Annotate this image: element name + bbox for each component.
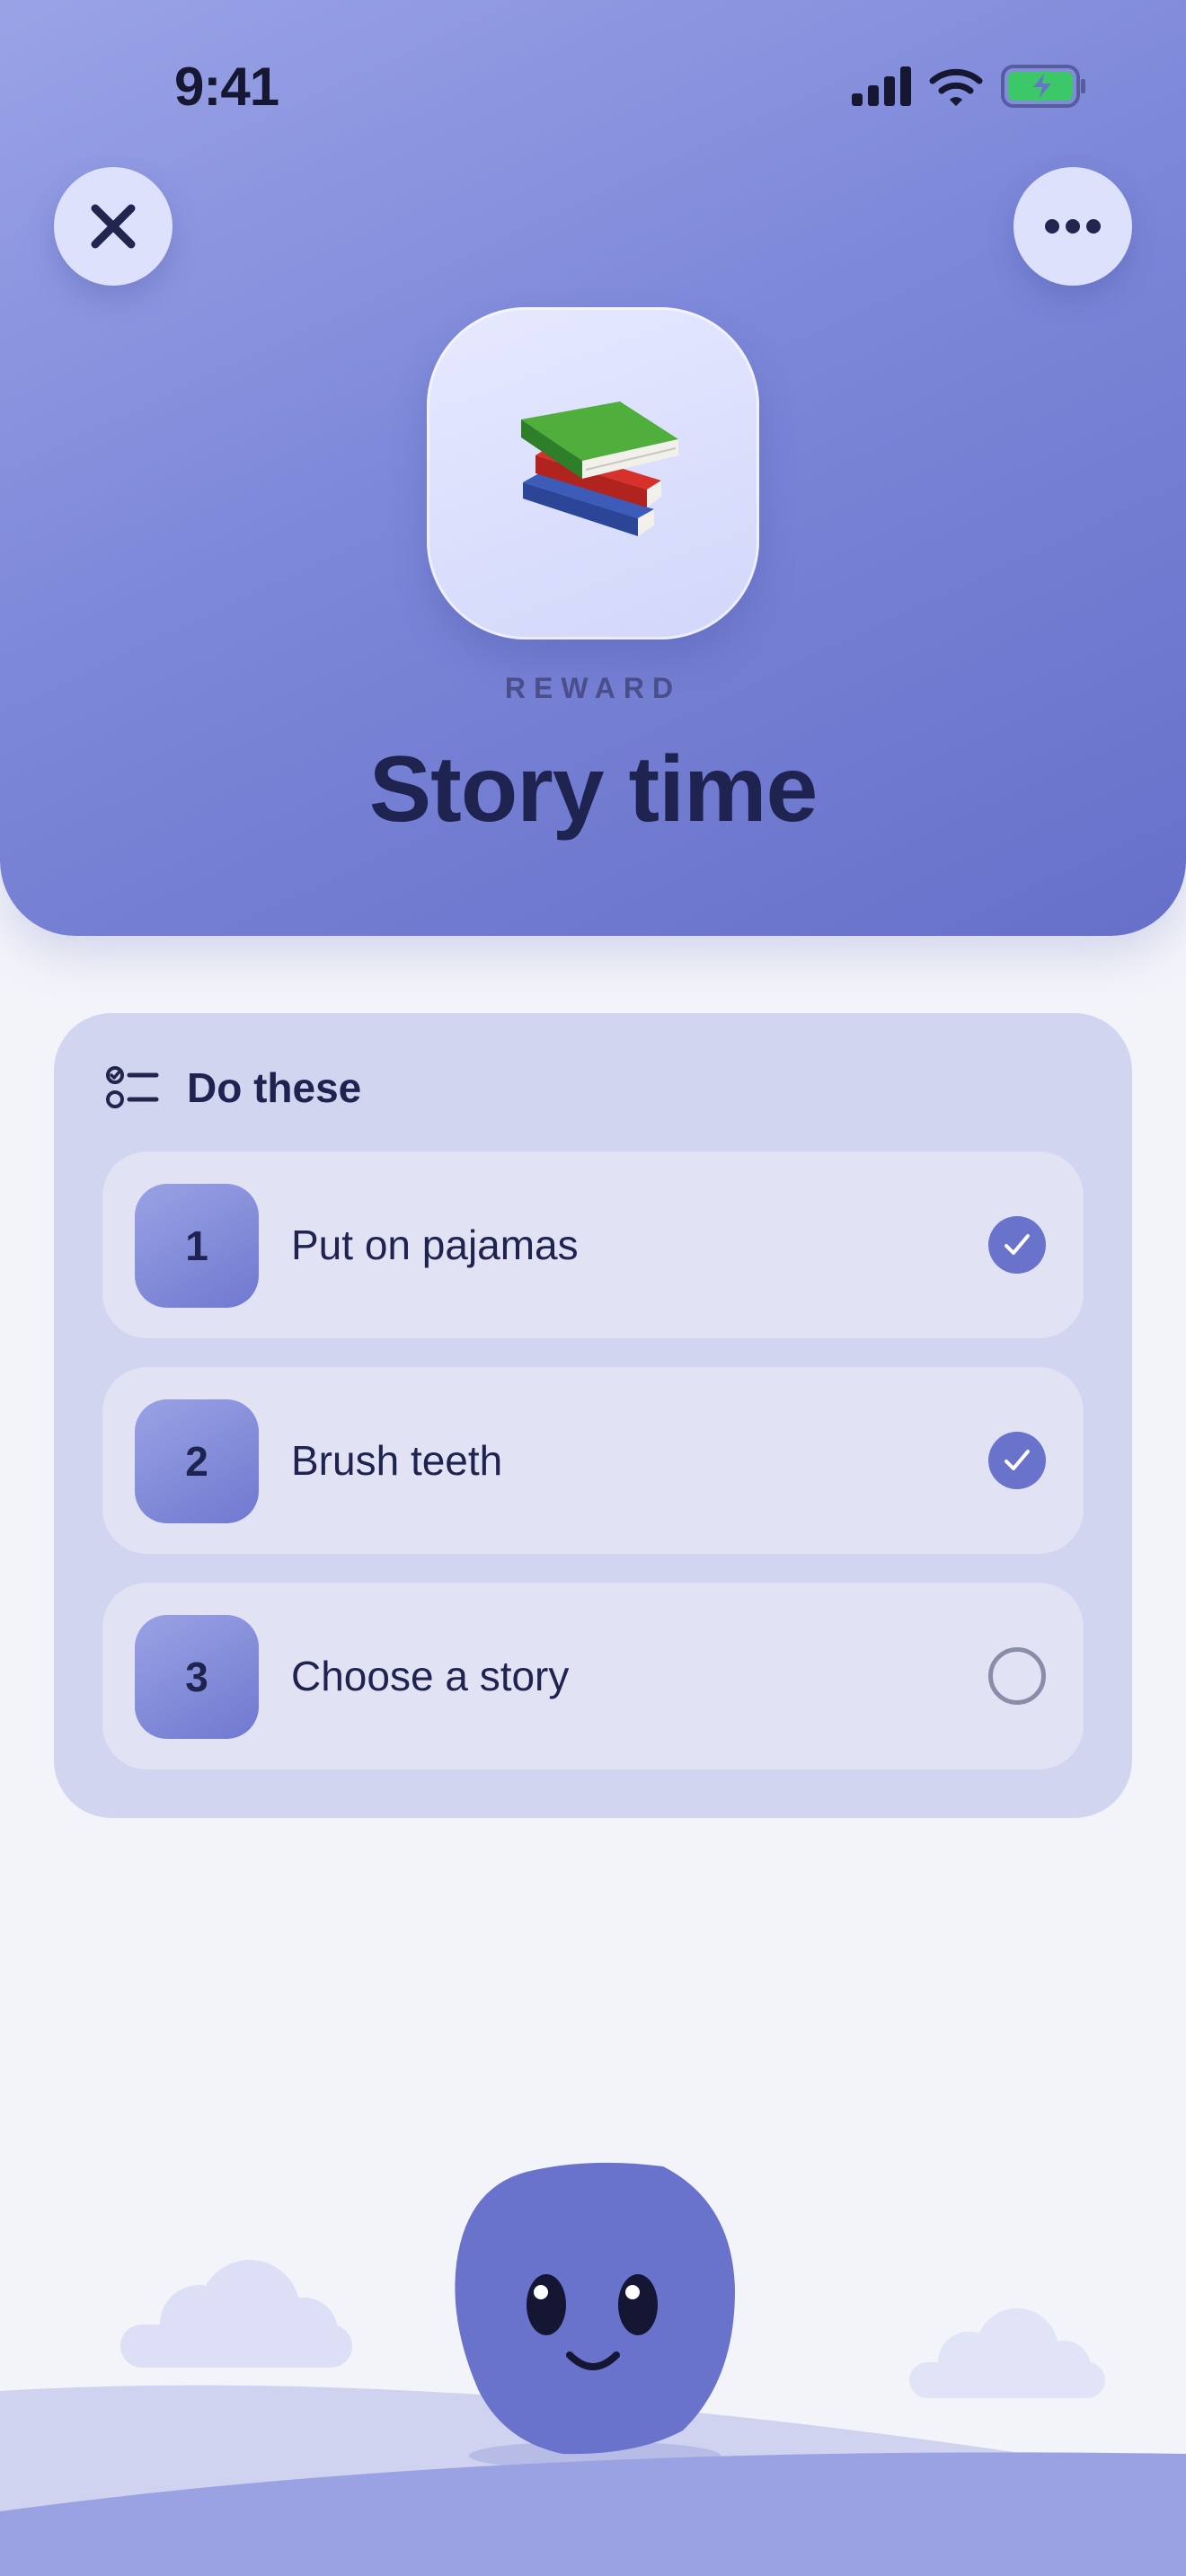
more-options-button[interactable] (1013, 167, 1132, 286)
task-label: Choose a story (291, 1653, 570, 1699)
reward-eyebrow: REWARD (504, 672, 682, 704)
reward-icon-tile (427, 307, 759, 640)
wifi-icon (929, 68, 983, 106)
checklist-heading-label: Do these (187, 1064, 362, 1111)
battery-charging-icon (1001, 65, 1085, 108)
page-title: Story time (368, 737, 819, 842)
close-button[interactable] (54, 167, 173, 286)
task-checkbox-empty[interactable] (988, 1647, 1046, 1705)
task-item-1[interactable]: 1 Put on pajamas (102, 1151, 1084, 1338)
checkmark-icon (1005, 1450, 1030, 1470)
cloud-left-icon (120, 2260, 352, 2368)
status-icons (852, 65, 1087, 108)
task-label: Brush teeth (291, 1437, 503, 1484)
reward-header: 9:41 REWARD Story time (0, 0, 1186, 936)
task-item-3[interactable]: 3 Choose a story (102, 1583, 1084, 1769)
cellular-signal-icon (852, 66, 911, 106)
cloud-right-icon (909, 2308, 1105, 2398)
checkmark-icon (1005, 1234, 1030, 1255)
task-checklist-card: Do these 1 Put on pajamas 2 Brush teeth … (54, 1013, 1132, 1818)
mascot-scene (0, 2162, 1186, 2576)
task-checkbox-checked[interactable] (988, 1432, 1046, 1489)
more-dots-icon (1045, 219, 1101, 234)
status-time: 9:41 (174, 57, 279, 117)
task-checkbox-checked[interactable] (988, 1216, 1046, 1274)
task-label: Put on pajamas (291, 1222, 579, 1268)
checklist-icon (106, 1066, 159, 1108)
task-number: 3 (135, 1615, 259, 1739)
task-number: 1 (135, 1184, 259, 1308)
close-icon (91, 204, 136, 249)
task-number: 2 (135, 1399, 259, 1523)
mascot-character-icon (455, 2162, 735, 2455)
checklist-heading: Do these (106, 1063, 361, 1112)
task-item-2[interactable]: 2 Brush teeth (102, 1367, 1084, 1554)
books-emoji-icon (521, 401, 678, 536)
